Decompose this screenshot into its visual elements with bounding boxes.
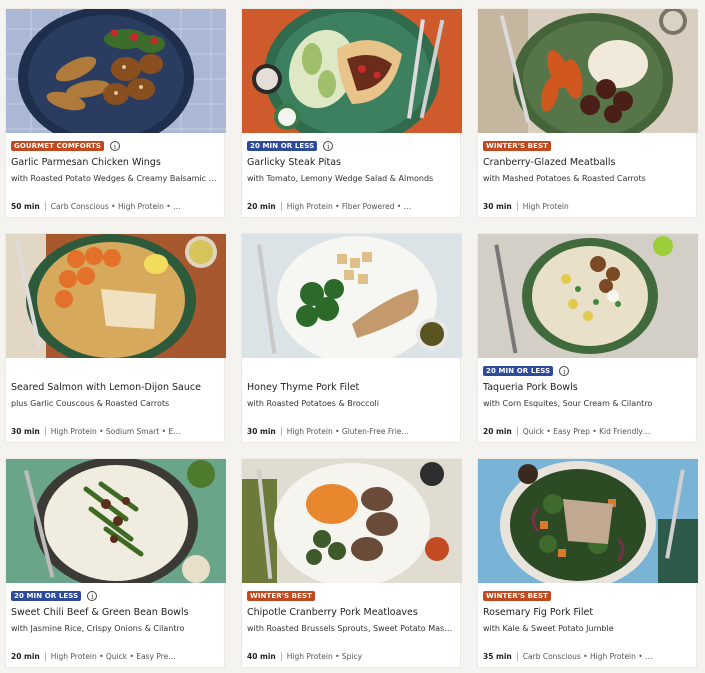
recipe-tags: High Protein	[522, 202, 569, 211]
recipe-tags: High Protein • Fiber Powered • …	[286, 202, 412, 211]
info-icon[interactable]: i	[323, 141, 334, 151]
divider	[516, 652, 518, 661]
cook-time: 20 min	[247, 202, 276, 211]
recipe-tags: High Protein • Sodium Smart • E…	[50, 427, 181, 436]
recipe-badge: 20 MIN OR LESS	[11, 591, 82, 601]
cook-time: 30 min	[483, 202, 512, 211]
recipe-card[interactable]: 20 MIN OR LESS i Garlicky Steak Pitas wit…	[241, 8, 462, 218]
recipe-card[interactable]: 20 MIN OR LESS i Sweet Chili Beef & Green…	[5, 458, 226, 668]
recipe-photo[interactable]	[478, 9, 698, 133]
recipe-card[interactable]: WINTER'S BEST Chipotle Cranberry Pork Me…	[241, 458, 462, 668]
cook-time: 50 min	[11, 202, 40, 211]
cook-time: 20 min	[483, 427, 512, 436]
divider	[280, 202, 282, 211]
cook-time: 35 min	[483, 652, 512, 661]
info-icon[interactable]: i	[110, 141, 121, 151]
recipe-subtitle: with Roasted Potatoes & Broccoli	[247, 399, 379, 408]
recipe-photo[interactable]	[478, 234, 698, 358]
recipe-card[interactable]: WINTER'S BEST Rosemary Fig Pork Filet wi…	[477, 458, 698, 668]
recipe-badge: WINTER'S BEST	[247, 591, 315, 601]
recipe-title[interactable]: Sweet Chili Beef & Green Bean Bowls	[11, 607, 219, 618]
cook-time: 30 min	[247, 427, 276, 436]
recipe-tags: Quick • Easy Prep • Kid Friendly…	[522, 427, 651, 436]
recipe-subtitle: with Roasted Brussels Sprouts, Sweet Pot…	[247, 624, 455, 633]
recipe-title[interactable]: Garlic Parmesan Chicken Wings	[11, 157, 219, 168]
recipe-card[interactable]: 20 MIN OR LESS i Taqueria Pork Bowls with…	[477, 233, 698, 443]
recipe-card[interactable]: Honey Thyme Pork Filet with Roasted Pota…	[241, 233, 462, 443]
divider	[280, 652, 282, 661]
recipe-photo[interactable]	[242, 234, 462, 358]
recipe-card[interactable]: WINTER'S BEST Cranberry-Glazed Meatballs…	[477, 8, 698, 218]
recipe-tags: High Protein • Gluten-Free Frie…	[286, 427, 409, 436]
cook-time: 30 min	[11, 427, 40, 436]
recipe-photo[interactable]	[242, 459, 462, 583]
recipe-photo[interactable]	[6, 9, 226, 133]
recipe-title[interactable]: Rosemary Fig Pork Filet	[483, 607, 691, 618]
recipe-tags: Carb Conscious • High Protein • …	[522, 652, 653, 661]
recipe-badge: 20 MIN OR LESS	[247, 141, 318, 151]
recipe-title[interactable]: Garlicky Steak Pitas	[247, 157, 455, 168]
recipe-title[interactable]: Cranberry-Glazed Meatballs	[483, 157, 691, 168]
recipe-subtitle: with Jasmine Rice, Crispy Onions & Cilan…	[11, 624, 185, 633]
recipe-subtitle: with Mashed Potatoes & Roasted Carrots	[483, 174, 646, 183]
divider	[516, 427, 518, 436]
recipe-subtitle: with Corn Esquites, Sour Cream & Cilantr…	[483, 399, 653, 408]
recipe-tags: Carb Conscious • High Protein • …	[50, 202, 181, 211]
recipe-card[interactable]: Seared Salmon with Lemon-Dijon Sauce plu…	[5, 233, 226, 443]
info-icon[interactable]: i	[559, 366, 570, 376]
recipe-tags: High Protein • Quick • Easy Pre…	[50, 652, 176, 661]
recipe-badge: WINTER'S BEST	[483, 591, 551, 601]
recipe-title[interactable]: Taqueria Pork Bowls	[483, 382, 691, 393]
recipe-badge: WINTER'S BEST	[483, 141, 551, 151]
divider	[516, 202, 518, 211]
divider	[280, 427, 282, 436]
cook-time: 20 min	[11, 652, 40, 661]
recipe-photo[interactable]	[478, 459, 698, 583]
recipe-badge: GOURMET COMFORTS	[11, 141, 105, 151]
recipe-title[interactable]: Honey Thyme Pork Filet	[247, 382, 455, 393]
cook-time: 40 min	[247, 652, 276, 661]
divider	[44, 652, 46, 661]
recipe-subtitle: with Kale & Sweet Potato Jumble	[483, 624, 614, 633]
divider	[44, 427, 46, 436]
recipe-subtitle: with Tomato, Lemony Wedge Salad & Almond…	[247, 174, 434, 183]
recipe-badge: 20 MIN OR LESS	[483, 366, 554, 376]
recipe-card[interactable]: GOURMET COMFORTS i Garlic Parmesan Chicke…	[5, 8, 226, 218]
recipe-tags: High Protein • Spicy	[286, 652, 363, 661]
info-icon[interactable]: i	[87, 591, 98, 601]
divider	[44, 202, 46, 211]
recipe-subtitle: plus Garlic Couscous & Roasted Carrots	[11, 399, 170, 408]
recipe-photo[interactable]	[6, 459, 226, 583]
recipe-subtitle: with Roasted Potato Wedges & Creamy Bals…	[11, 174, 219, 183]
recipe-title[interactable]: Seared Salmon with Lemon-Dijon Sauce	[11, 382, 219, 393]
recipe-photo[interactable]	[6, 234, 226, 358]
recipe-title[interactable]: Chipotle Cranberry Pork Meatloaves	[247, 607, 455, 618]
recipe-photo[interactable]	[242, 9, 462, 133]
